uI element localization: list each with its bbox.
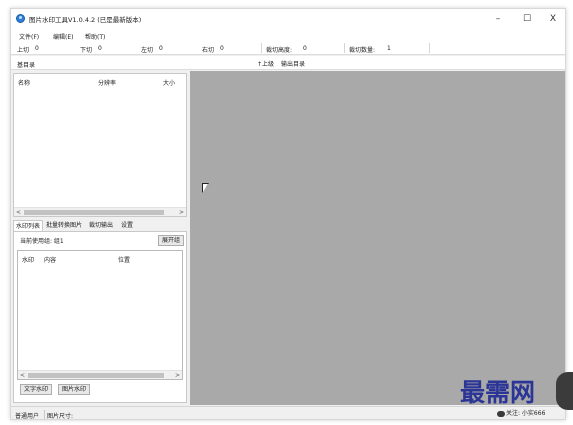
menu-bar: 文件(F) 编辑(E) 帮助(T) [11,29,565,41]
base-directory-label[interactable]: 基目录 [17,60,35,69]
current-group-label: 当前使用组: 组1 [20,238,64,245]
watermark-list-scrollbar[interactable]: < > [18,370,182,379]
param-divider [344,43,345,53]
wechat-icon [497,410,505,417]
image-preview-area[interactable] [190,71,565,405]
column-resolution[interactable]: 分辨率 [98,78,116,87]
text-watermark-button[interactable]: 文字水印 [20,384,53,395]
watermark-panel: 当前使用组: 组1 展开组 水印 内容 位置 < > 文字水印 图片水印 [13,231,187,403]
menu-edit[interactable]: 编辑(E) [53,32,73,41]
scroll-right-icon[interactable]: > [177,208,186,217]
menu-file[interactable]: 文件(F) [19,32,39,41]
watermark-list[interactable]: 水印 内容 位置 < > [17,250,183,380]
scroll-left-icon[interactable]: < [14,208,23,217]
top-crop-label: 上切 [17,47,30,54]
crop-count-input[interactable]: 1 [387,45,391,52]
up-level-button[interactable]: ↑上级 [257,59,274,68]
top-crop-input[interactable]: 0 [35,45,39,52]
crop-count-label: 裁切数量: [349,47,376,54]
column-position[interactable]: 位置 [118,255,130,264]
image-size-status: 图片尺寸: [47,413,74,420]
edge-decoration [556,372,573,410]
close-button[interactable]: X [540,9,565,29]
follow-text: 关注: 小实666 [506,410,546,417]
minimize-button[interactable]: – [485,9,511,29]
app-window: 图片水印工具V1.0.4.2 (已是最新版本) – ☐ X 文件(F) 编辑(E… [10,8,566,420]
menu-help[interactable]: 帮助(T) [85,32,105,41]
scroll-thumb[interactable] [28,373,164,378]
param-divider [429,43,430,53]
param-divider [261,43,262,53]
brand-watermark: 最需网 [460,378,536,407]
app-logo-icon [16,14,25,23]
scroll-left-icon[interactable]: < [18,371,27,380]
scroll-thumb[interactable] [24,210,164,215]
mouse-cursor-fill [203,184,208,192]
bottom-crop-label: 下切 [80,47,93,54]
maximize-button[interactable]: ☐ [514,9,540,29]
follow-badge: 关注: 小实666 [497,408,545,417]
left-crop-label: 左切 [141,47,154,54]
image-watermark-button[interactable]: 图片水印 [58,384,91,395]
right-crop-label: 右切 [202,47,215,54]
scroll-right-icon[interactable]: > [173,371,182,380]
left-panel: 名称 分辨率 大小 < > 水印列表 批量转换图片 裁切输出 设置 当前使用组:… [11,71,189,405]
column-watermark[interactable]: 水印 [22,255,34,264]
column-name[interactable]: 名称 [18,78,30,87]
open-group-button[interactable]: 展开组 [158,235,185,246]
column-content[interactable]: 内容 [44,255,56,264]
title-bar: 图片水印工具V1.0.4.2 (已是最新版本) – ☐ X [11,9,565,29]
crop-params-bar: 上切 0 下切 0 左切 0 右切 0 裁切高度: 0 裁切数量: 1 [11,41,565,55]
right-crop-input[interactable]: 0 [220,45,224,52]
crop-height-input[interactable]: 0 [303,45,307,52]
user-status: 普通用户 [15,413,40,420]
output-directory-button[interactable]: 输出目录 [281,59,305,68]
left-crop-input[interactable]: 0 [159,45,163,52]
window-title: 图片水印工具V1.0.4.2 (已是最新版本) [29,16,142,24]
status-divider [44,410,45,419]
file-list[interactable]: 名称 分辨率 大小 < > [13,73,187,217]
bottom-crop-input[interactable]: 0 [98,45,102,52]
crop-height-label: 裁切高度: [266,47,293,54]
path-bar: 基目录 ↑上级 输出目录 [11,56,565,70]
file-list-scrollbar[interactable]: < > [14,207,186,216]
column-size[interactable]: 大小 [163,78,175,87]
